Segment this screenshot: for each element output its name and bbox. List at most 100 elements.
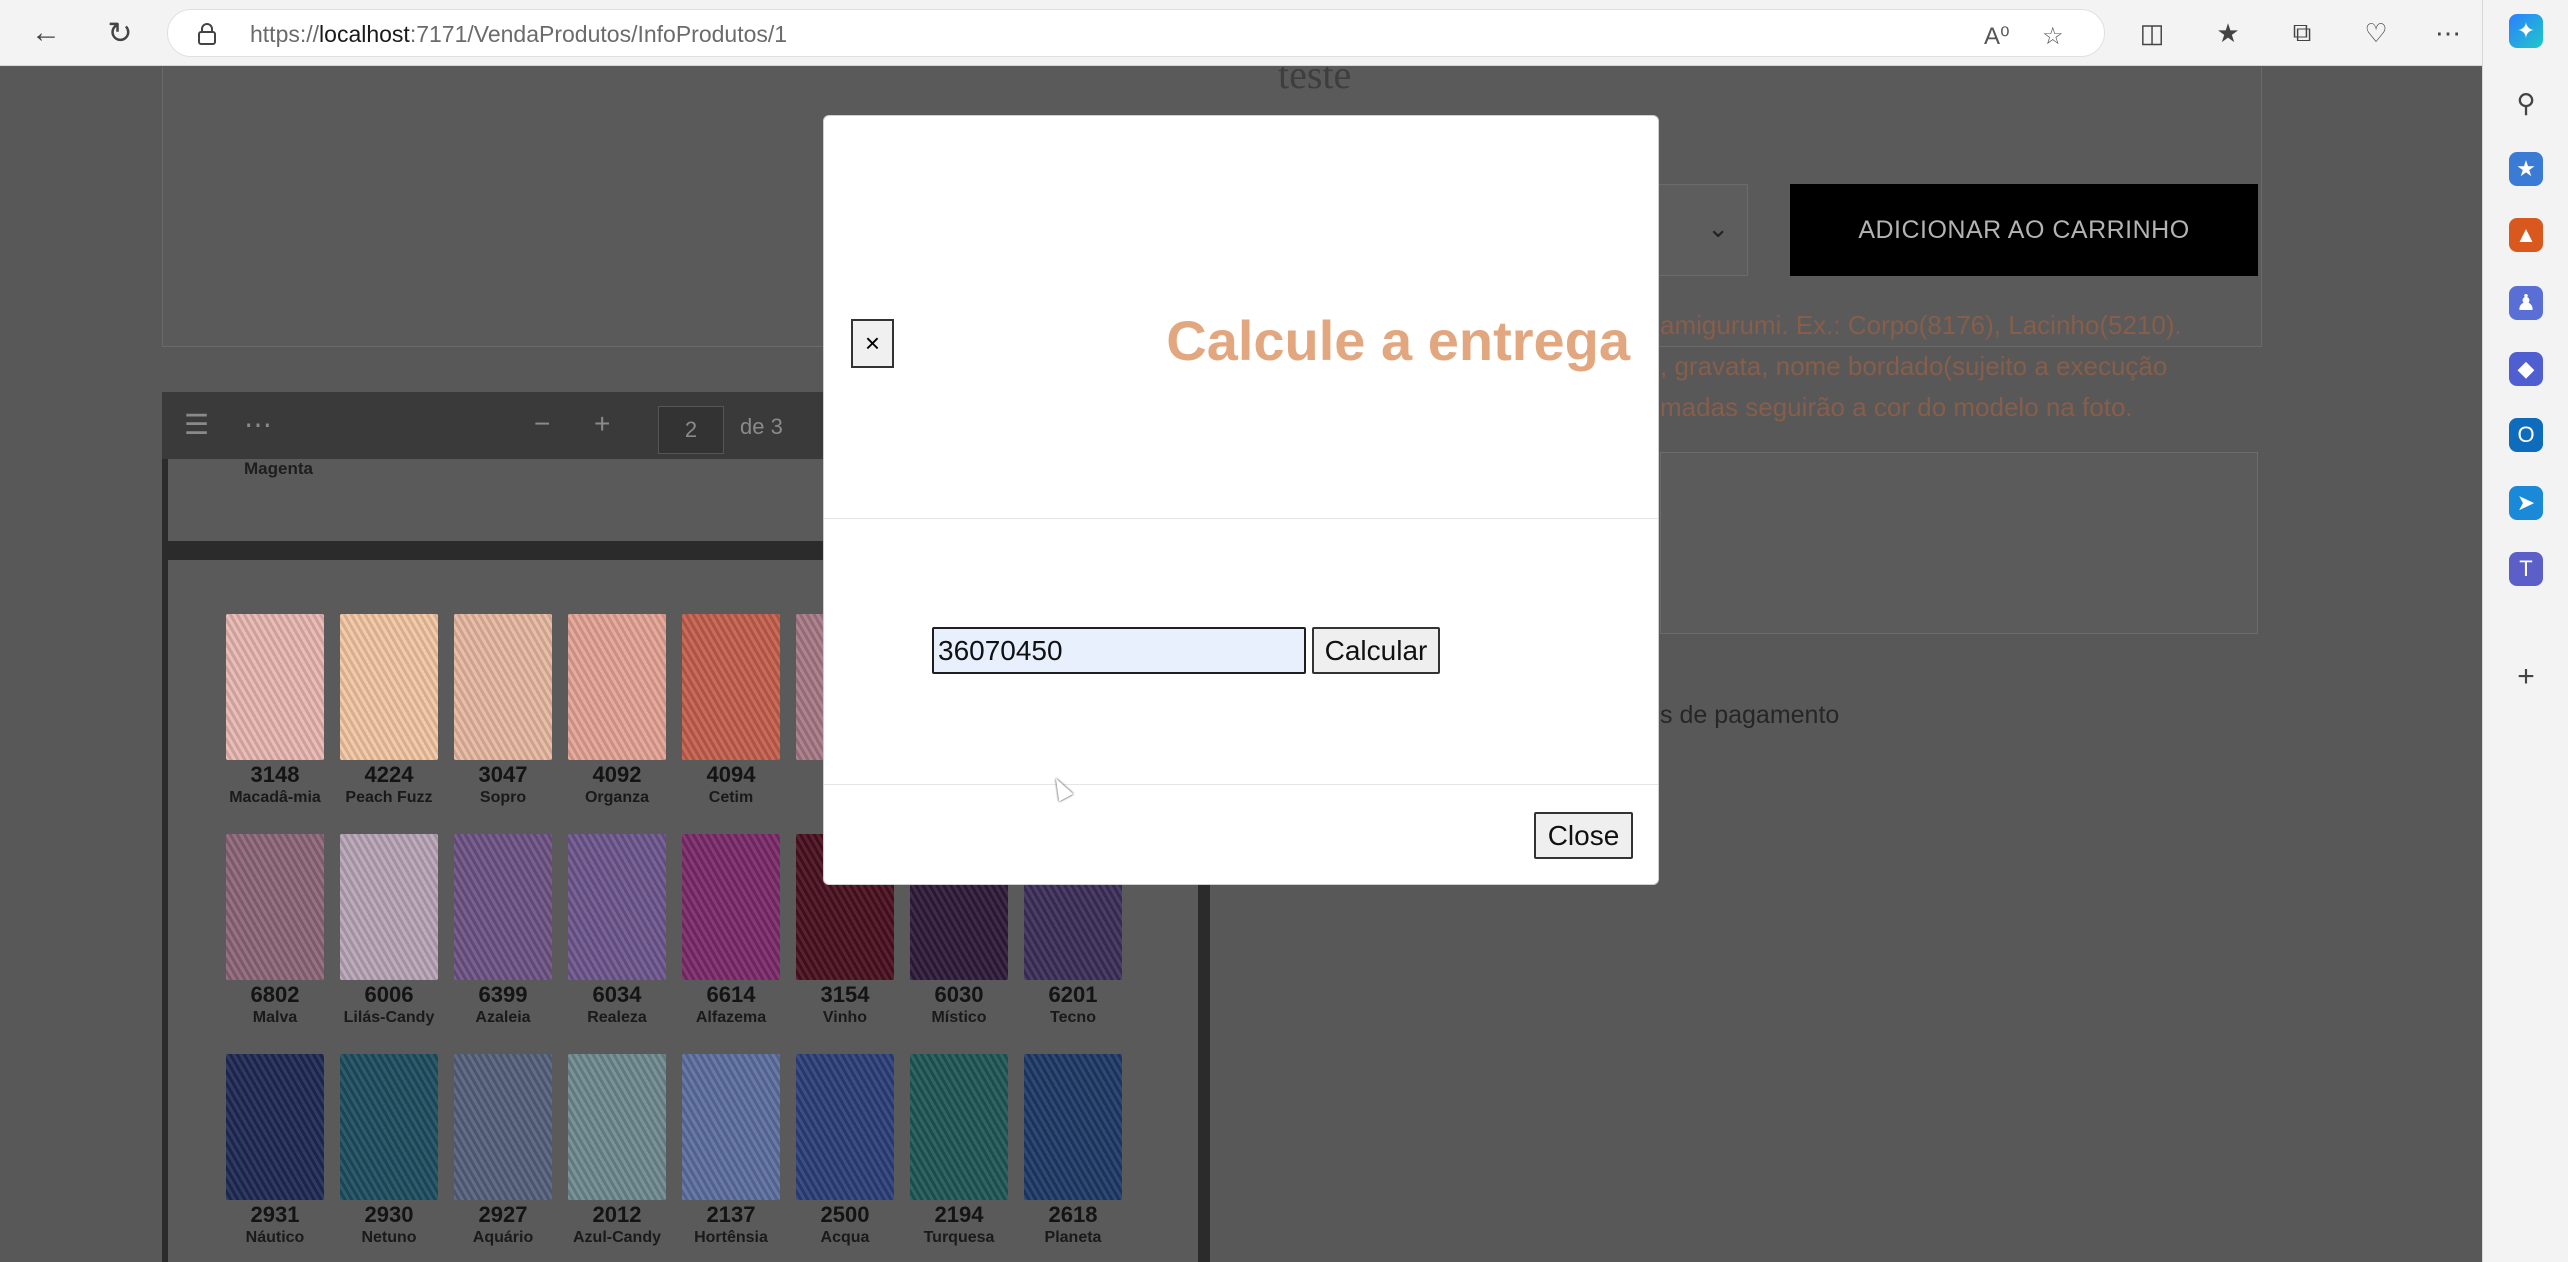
back-icon[interactable]: ← — [26, 13, 66, 53]
yarn-swatch: 2927 Aquário — [454, 1054, 552, 1247]
edge-sidebar: ✦ ⚲ ★ ▲ ♟ ◆ O ➤ T + — [2482, 0, 2568, 1262]
swatch-image — [682, 614, 780, 760]
swatch-name: Malva — [252, 1009, 298, 1026]
lock-icon — [198, 23, 216, 45]
yarn-swatch: 2930 Netuno — [340, 1054, 438, 1247]
drop-icon[interactable]: ➤ — [2509, 486, 2543, 520]
swatch-image — [340, 614, 438, 760]
swatch-name: Planeta — [1044, 1229, 1102, 1246]
address-bar[interactable]: https://localhost:7171/VendaProdutos/Inf… — [167, 9, 2105, 57]
microsoft365-icon[interactable]: ◆ — [2509, 352, 2543, 386]
favorites-icon[interactable]: ★ — [2208, 13, 2248, 53]
calculate-button[interactable]: Calcular — [1312, 627, 1440, 674]
add-sidebar-icon[interactable]: + — [2509, 660, 2543, 694]
shipping-modal: × Calcule a entrega 36070450 Calcular Cl… — [823, 115, 1659, 885]
swatch-name: Místico — [931, 1009, 987, 1026]
swatch-image — [226, 1054, 324, 1200]
games-icon[interactable]: ♟ — [2509, 286, 2543, 320]
outline-icon[interactable]: ☰ — [184, 408, 209, 441]
swatch-code: 2500 — [820, 1202, 870, 1227]
url-text: https://localhost:7171/VendaProdutos/Inf… — [250, 21, 788, 47]
swatch-code: 4224 — [364, 762, 414, 787]
swatch-image — [340, 1054, 438, 1200]
swatch-name: Hortênsia — [694, 1229, 768, 1246]
copilot-icon[interactable]: ✦ — [2509, 14, 2543, 48]
swatch-name: Netuno — [361, 1229, 417, 1246]
favorite-star-icon[interactable]: ☆ — [2042, 22, 2064, 51]
swatch-name: Realeza — [587, 1009, 647, 1026]
yarn-swatch: 6614 Alfazema — [682, 834, 780, 1027]
yarn-swatch: 2137 Hortênsia — [682, 1054, 780, 1247]
swatch-code: 3154 — [820, 982, 870, 1007]
swatch-image — [568, 1054, 666, 1200]
swatch-name: Cetim — [708, 789, 754, 806]
swatch-code: 6030 — [934, 982, 984, 1007]
swatch-code: 3148 — [250, 762, 300, 787]
yarn-swatch: 6006 Lilás-Candy — [340, 834, 438, 1027]
swatch-image — [910, 1054, 1008, 1200]
modal-close-button[interactable]: Close — [1534, 812, 1633, 859]
swatch-name: Azul-Candy — [573, 1229, 661, 1246]
collections-icon[interactable]: ⧉ — [2282, 13, 2322, 53]
swatch-name: Macadâ-mia — [229, 789, 321, 806]
pdf-page-count: de 3 — [740, 414, 783, 439]
yarn-swatch: 4224 Peach Fuzz — [340, 614, 438, 807]
yarn-swatch: 2618 Planeta — [1024, 1054, 1122, 1247]
swatch-code: 6614 — [706, 982, 756, 1007]
swatch-code: 2012 — [592, 1202, 642, 1227]
modal-divider — [824, 518, 1658, 519]
swatch-code: 2137 — [706, 1202, 756, 1227]
swatch-image — [682, 1054, 780, 1200]
outlook-icon[interactable]: O — [2509, 418, 2543, 452]
swatch-name: Sopro — [479, 789, 527, 806]
zoom-out-icon[interactable]: − — [534, 408, 550, 440]
modal-close-x-button[interactable]: × — [851, 319, 894, 368]
swatch-image — [454, 834, 552, 980]
refresh-icon[interactable]: ↻ — [100, 13, 140, 53]
swatch-image — [568, 614, 666, 760]
notice-line: , gravata, nome bordado(sujeito a execuç… — [1660, 351, 2168, 381]
chevron-down-icon: ⌄ — [1707, 213, 1729, 243]
yarn-swatch: 2500 Acqua — [796, 1054, 894, 1247]
swatch-code: 4092 — [592, 762, 642, 787]
cep-input[interactable]: 36070450 — [932, 627, 1306, 674]
zoom-in-icon[interactable]: + — [594, 408, 610, 440]
swatch-name: Lilás-Candy — [343, 1009, 435, 1026]
swatch-code: 6201 — [1048, 982, 1098, 1007]
modal-title: Calcule a entrega — [1166, 309, 1630, 372]
more-icon[interactable]: ⋯ — [244, 408, 272, 441]
add-to-cart-button[interactable]: ADICIONAR AO CARRINHO — [1790, 184, 2258, 276]
yarn-swatch: 6802 Malva — [226, 834, 324, 1027]
teams-icon[interactable]: T — [2509, 552, 2543, 586]
swatch-image — [454, 614, 552, 760]
swatch-name: Turquesa — [923, 1229, 995, 1246]
search-icon[interactable]: ⚲ — [2509, 86, 2543, 120]
swatch-name: Vinho — [822, 1009, 868, 1026]
swatch-code: 3047 — [478, 762, 528, 787]
yarn-swatch: 2012 Azul-Candy — [568, 1054, 666, 1247]
pdf-page-input[interactable]: 2 — [658, 406, 724, 454]
notice-line: amigurumi. Ex.: Corpo(8176), Lacinho(521… — [1660, 310, 2182, 340]
payment-options-link[interactable]: s de pagamento — [1660, 701, 1839, 730]
swatch-image — [1024, 1054, 1122, 1200]
read-aloud-icon[interactable]: A⁰ — [1984, 22, 2010, 51]
swatch-name: Aquário — [472, 1229, 534, 1246]
browser-essentials-icon[interactable]: ♡ — [2356, 13, 2396, 53]
swatch-image — [454, 1054, 552, 1200]
split-screen-icon[interactable]: ◫ — [2132, 13, 2172, 53]
yarn-swatch: 2194 Turquesa — [910, 1054, 1008, 1247]
more-menu-icon[interactable]: ⋯ — [2428, 13, 2468, 53]
swatch-name: Alfazema — [695, 1009, 767, 1026]
swatch-code: 2927 — [478, 1202, 528, 1227]
swatch-code: 6006 — [364, 982, 414, 1007]
swatch-name: Náutico — [245, 1229, 305, 1246]
modal-divider — [824, 784, 1658, 785]
tools-icon[interactable]: ▲ — [2509, 218, 2543, 252]
shopping-tag-icon[interactable]: ★ — [2509, 152, 2543, 186]
swatch-name: Organza — [584, 789, 649, 806]
swatch-code: 6399 — [478, 982, 528, 1007]
swatch-name: Magenta — [244, 459, 313, 478]
observations-textarea[interactable] — [1660, 452, 2258, 634]
swatch-image — [568, 834, 666, 980]
swatch-code: 2931 — [250, 1202, 300, 1227]
